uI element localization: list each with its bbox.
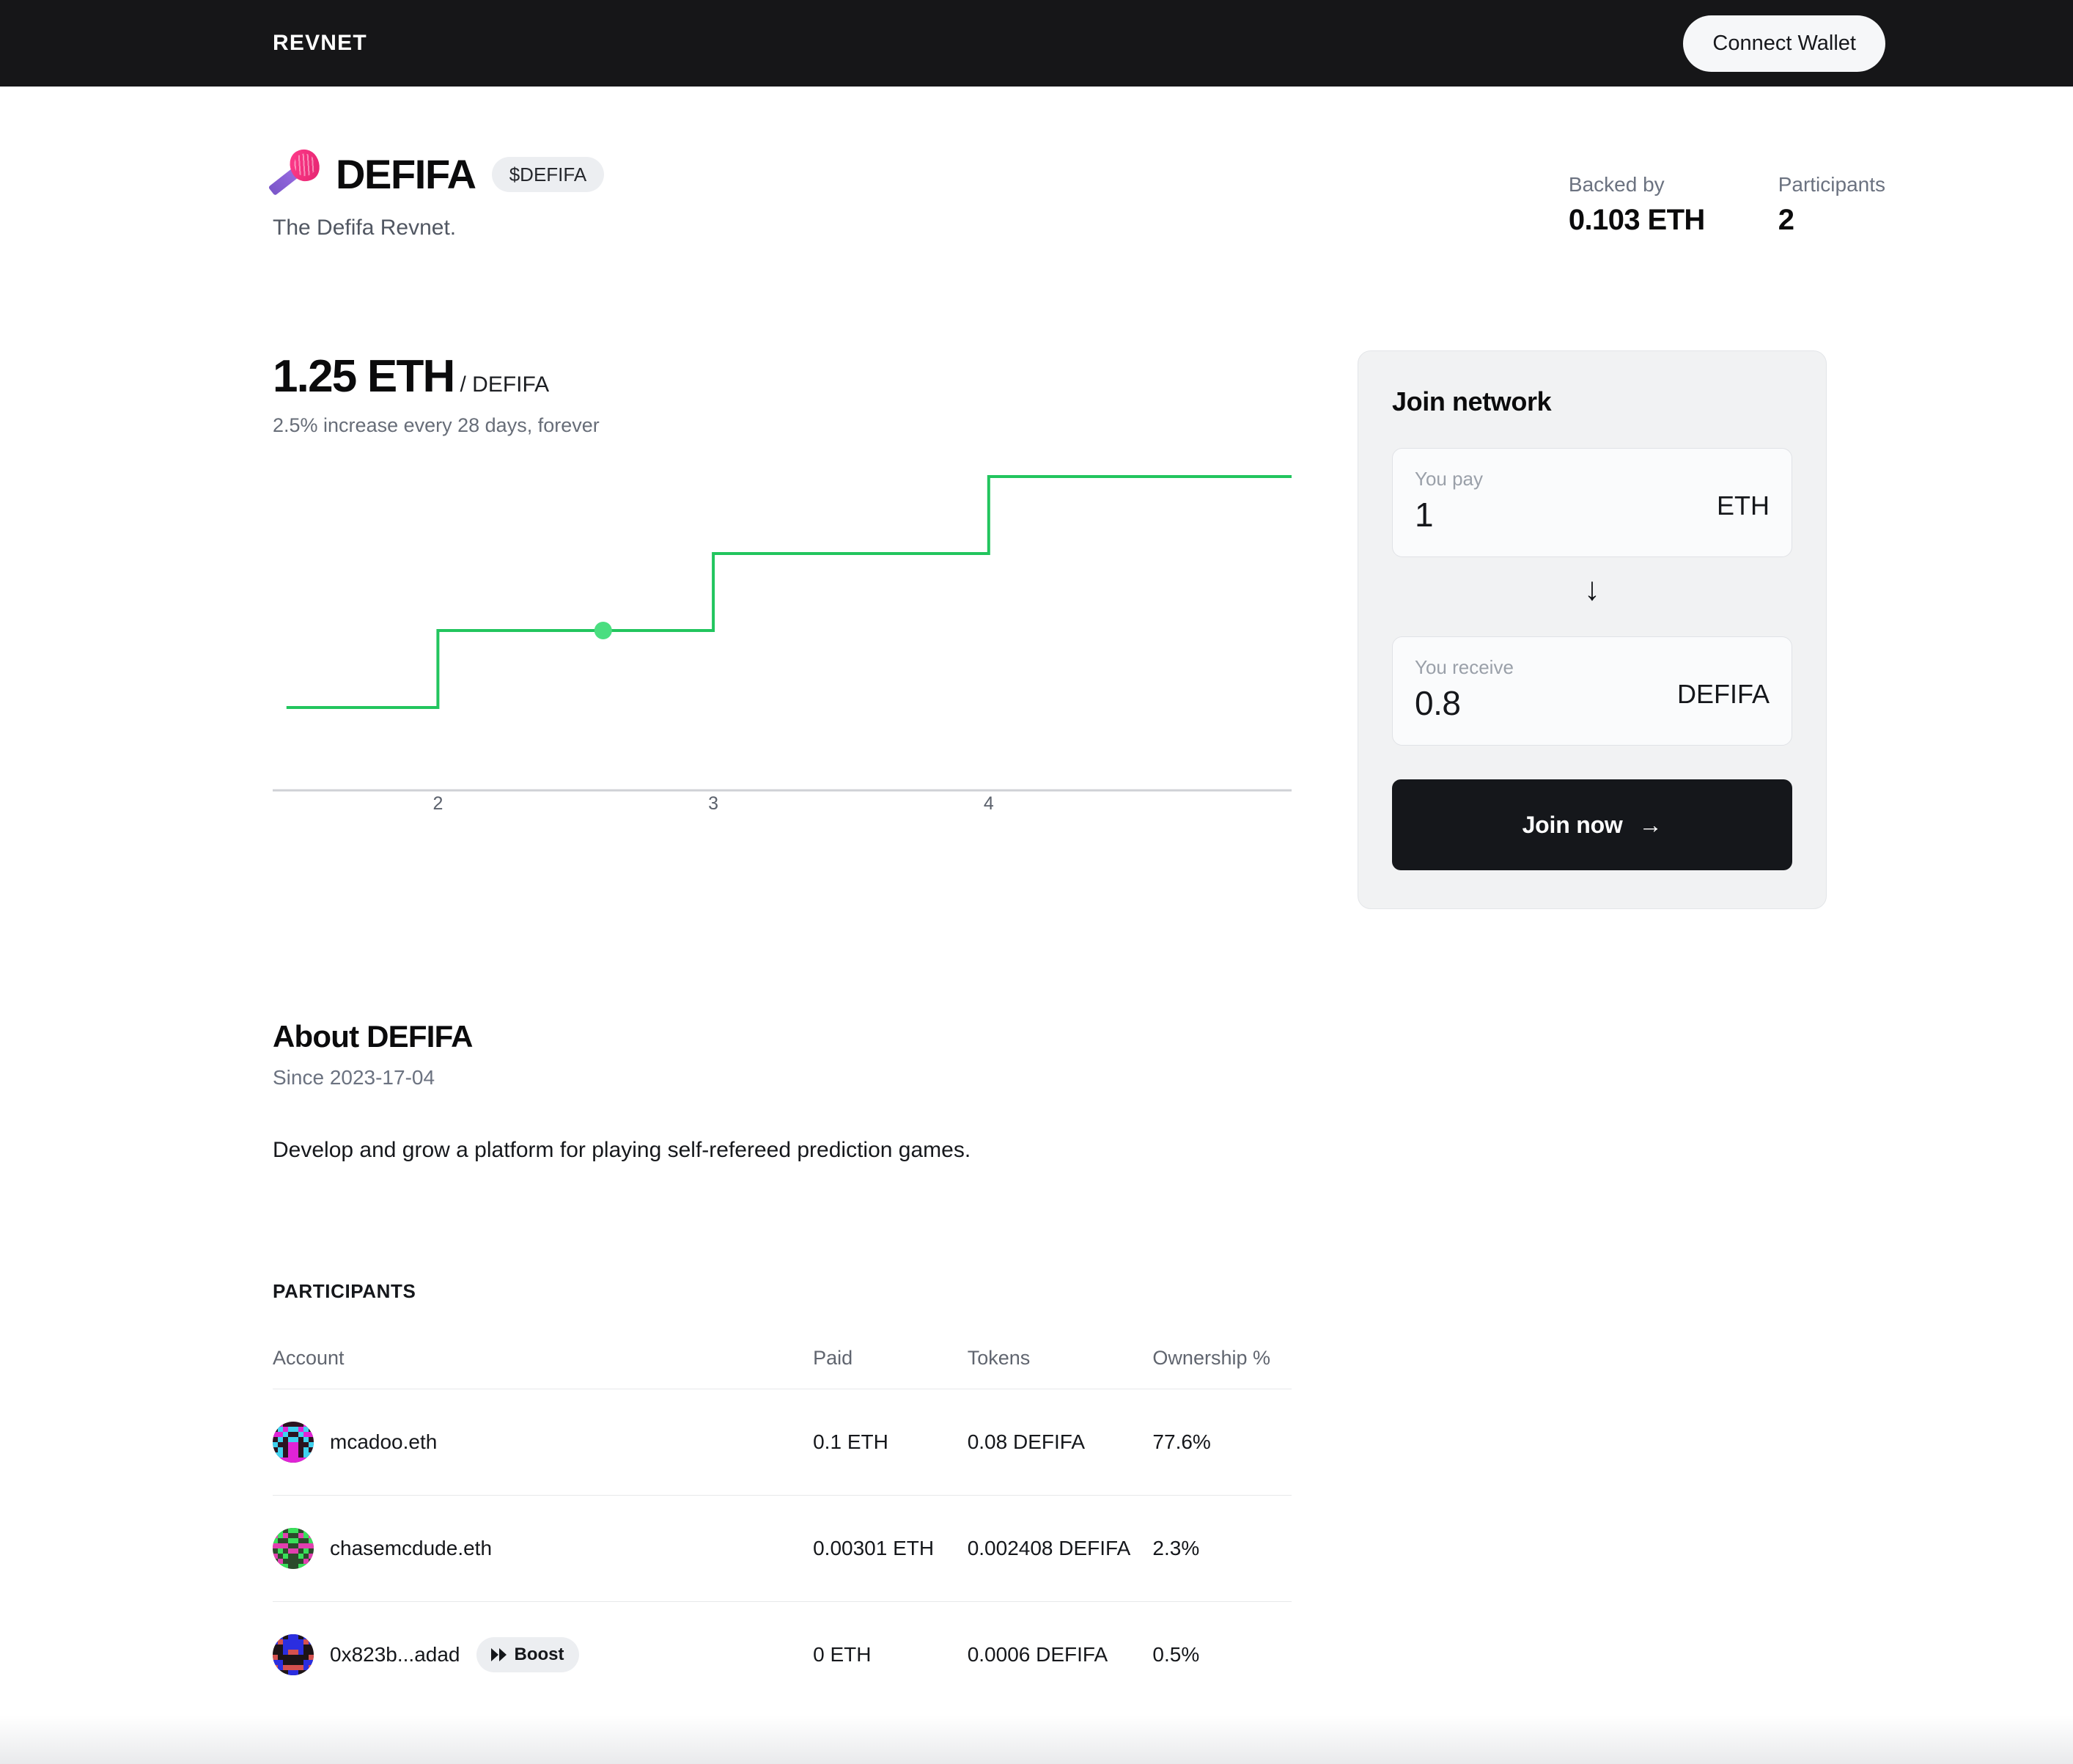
cell-account: 0x823b...adad Boost <box>273 1602 813 1708</box>
stat-participants-label: Participants <box>1778 173 1885 196</box>
status-badge: Boost <box>476 1637 579 1672</box>
column-header-paid: Paid <box>813 1347 968 1389</box>
cell-tokens: 0.0006 DEFIFA <box>967 1643 1108 1666</box>
fast-forward-icon <box>490 1648 507 1661</box>
project-header: DEFIFA $DEFIFA The Defifa Revnet. Backed… <box>268 87 1885 240</box>
price-amount: 1.25 ETH <box>273 351 455 402</box>
arrow-right-icon: → <box>1638 811 1663 838</box>
connect-wallet-button[interactable]: Connect Wallet <box>1683 15 1885 72</box>
account-cell-content: chasemcdude.eth <box>273 1528 813 1569</box>
join-now-button[interactable]: Join now → <box>1392 779 1792 870</box>
price-subtitle: 2.5% increase every 28 days, forever <box>273 414 600 436</box>
project-stats: Backed by 0.103 ETH Participants 2 <box>1569 151 1885 237</box>
table-row[interactable]: mcadoo.eth 0.1 ETH 0.08 DEFIFA 77.6% <box>273 1389 1292 1496</box>
receive-token-label: DEFIFA <box>1676 679 1770 709</box>
token-ticker-badge: $DEFIFA <box>491 157 605 192</box>
you-receive-label: You receive <box>1415 656 1514 678</box>
account-cell-content: mcadoo.eth <box>273 1422 813 1463</box>
paddle-icon <box>268 144 326 199</box>
cell-ownership: 0.5% <box>1152 1643 1200 1666</box>
top-navigation-bar: REVNET Connect Wallet <box>0 0 2073 87</box>
about-since: Since 2023-17-04 <box>273 1066 435 1089</box>
avatar <box>273 1528 314 1569</box>
chart-x-tick-labels: 2 3 4 <box>273 793 1292 828</box>
cell-paid: 0.1 ETH <box>813 1389 968 1496</box>
you-pay-label: You pay <box>1415 468 1484 490</box>
about-section: About DEFIFA Since 2023-17-04 Develop an… <box>273 1019 1292 1163</box>
chart-x-tick-4: 4 <box>983 793 994 814</box>
pay-amount-input[interactable] <box>1415 495 1628 534</box>
price-step-chart[interactable]: 2 3 4 <box>273 462 1292 828</box>
status-badge-label: Boost <box>514 1644 564 1664</box>
account-name[interactable]: chasemcdude.eth <box>330 1537 492 1560</box>
account-cell-content: 0x823b...adad Boost <box>273 1634 813 1675</box>
chart-x-tick-3: 3 <box>708 793 719 814</box>
join-column: Join network You pay ETH ↓ You receive <box>1358 350 1827 909</box>
you-pay-row: ETH <box>1415 490 1770 534</box>
project-identity: DEFIFA $DEFIFA The Defifa Revnet. <box>268 144 605 240</box>
cell-tokens: 0.08 DEFIFA <box>967 1389 1153 1496</box>
participants-table-head: Account Paid Tokens Ownership % <box>273 1347 1292 1389</box>
page-title: DEFIFA <box>336 151 476 197</box>
cell-ownership: 77.6% <box>1152 1389 1292 1496</box>
page-fade-overlay <box>0 1716 2073 1764</box>
project-title-row: DEFIFA $DEFIFA <box>268 144 605 199</box>
join-now-label: Join now <box>1522 811 1623 838</box>
about-title: About DEFIFA <box>273 1019 474 1054</box>
chart-current-point-marker <box>594 622 612 639</box>
cell-ownership: 2.3% <box>1152 1495 1292 1602</box>
about-description: Develop and grow a platform for playing … <box>273 1138 971 1162</box>
page-body: DEFIFA $DEFIFA The Defifa Revnet. Backed… <box>0 87 2073 1764</box>
participants-table-body: mcadoo.eth 0.1 ETH 0.08 DEFIFA 77.6% chasemc… <box>273 1389 1292 1708</box>
table-row[interactable]: chasemcdude.eth 0.00301 ETH 0.002408 DEFIF… <box>273 1495 1292 1602</box>
column-header-tokens: Tokens <box>967 1347 1153 1389</box>
cell-paid: 0 ETH <box>813 1643 872 1666</box>
join-network-title: Join network <box>1392 386 1552 416</box>
column-header-ownership: Ownership % <box>1152 1347 1292 1389</box>
account-name[interactable]: 0x823b...adad <box>330 1643 460 1666</box>
main-split: 1.25 ETH / DEFIFA 2.5% increase every 28… <box>273 350 1885 909</box>
stat-participants-value: 2 <box>1778 204 1794 236</box>
account-name[interactable]: mcadoo.eth <box>330 1430 437 1454</box>
you-receive-box: You receive DEFIFA <box>1392 636 1792 746</box>
participants-heading: PARTICIPANTS <box>273 1280 416 1302</box>
cell-tokens: 0.002408 DEFIFA <box>967 1495 1153 1602</box>
participants-section: PARTICIPANTS Account Paid Tokens Ownersh… <box>273 1280 1292 1708</box>
chart-x-tick-2: 2 <box>432 793 443 814</box>
content-container: DEFIFA $DEFIFA The Defifa Revnet. Backed… <box>268 87 1885 1708</box>
you-pay-box[interactable]: You pay ETH <box>1392 448 1792 557</box>
table-header-row: Account Paid Tokens Ownership % <box>273 1347 1292 1389</box>
cell-account: chasemcdude.eth <box>273 1495 814 1602</box>
arrow-down-icon: ↓ <box>1584 571 1600 607</box>
you-receive-row: DEFIFA <box>1415 679 1770 723</box>
avatar <box>273 1422 314 1463</box>
cell-account: mcadoo.eth <box>273 1389 814 1496</box>
chart-column: 1.25 ETH / DEFIFA 2.5% increase every 28… <box>273 350 1292 828</box>
price-heading: 1.25 ETH / DEFIFA <box>273 350 1292 403</box>
join-network-card: Join network You pay ETH ↓ You receive <box>1358 350 1827 909</box>
pay-token-label: ETH <box>1717 490 1770 521</box>
stat-backed-by: Backed by 0.103 ETH <box>1569 173 1705 237</box>
participants-table: Account Paid Tokens Ownership % mcadoo.e… <box>273 1347 1292 1708</box>
project-tagline: The Defifa Revnet. <box>273 216 457 240</box>
stat-participants: Participants 2 <box>1778 173 1885 237</box>
cell-paid: 0.00301 ETH <box>813 1495 968 1602</box>
avatar <box>273 1634 314 1675</box>
stat-backed-by-value: 0.103 ETH <box>1568 204 1705 236</box>
table-row[interactable]: 0x823b...adad Boost 0 ETH 0.0006 DEFIFA 0.5% <box>273 1602 1292 1708</box>
receive-amount-value <box>1415 683 1628 723</box>
stat-backed-by-label: Backed by <box>1568 173 1665 196</box>
chart-svg <box>273 475 1292 792</box>
price-unit: / DEFIFA <box>460 372 550 397</box>
column-header-account: Account <box>273 1347 814 1389</box>
brand-logo[interactable]: REVNET <box>273 31 367 56</box>
